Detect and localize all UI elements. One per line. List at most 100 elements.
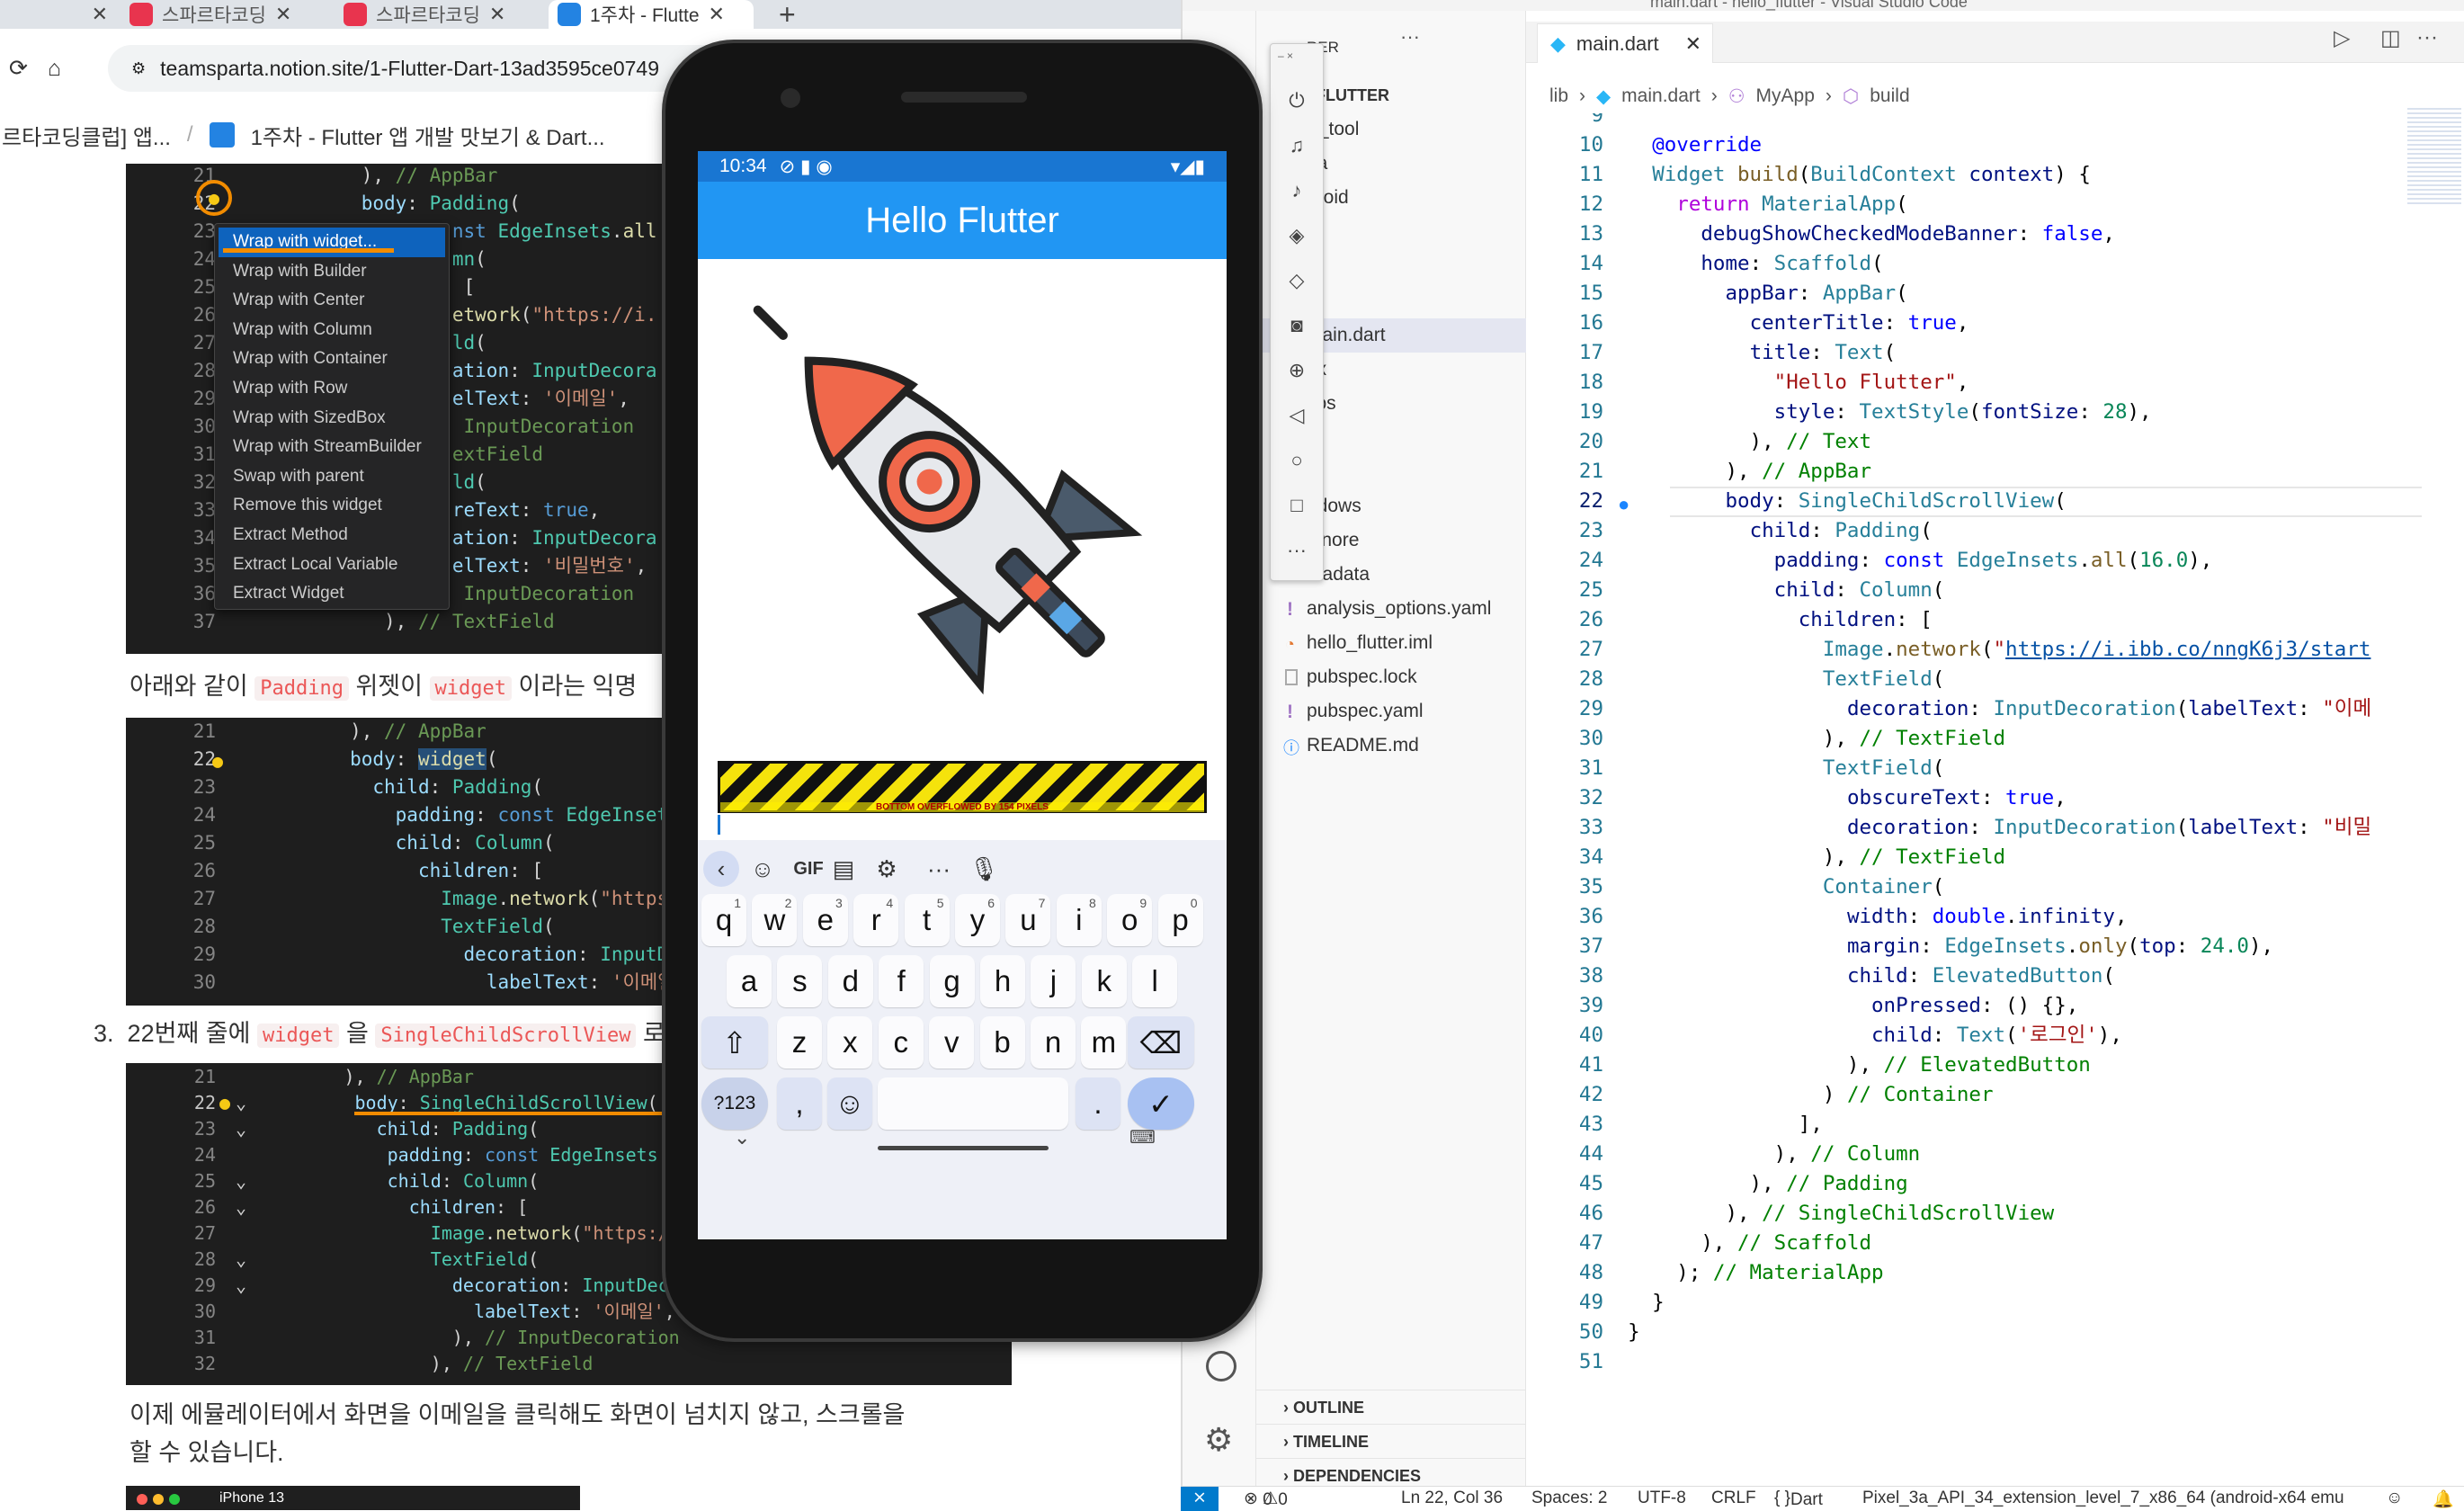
key-p[interactable]: p0 — [1157, 894, 1203, 946]
menu-item[interactable]: Swap with parent — [215, 462, 449, 492]
menu-item[interactable]: Extract Local Variable — [215, 550, 449, 580]
home-icon[interactable]: ○ — [1283, 447, 1310, 474]
explorer-item[interactable]: hello_flutter.iml — [1307, 626, 1433, 660]
explorer-item[interactable]: analysis_options.yaml — [1307, 592, 1491, 626]
lightbulb-icon[interactable]: ● — [196, 180, 232, 216]
menu-item[interactable]: Wrap with SizedBox — [215, 404, 449, 434]
split-editor-icon[interactable]: ◫ — [2380, 25, 2401, 51]
key-j[interactable]: j — [1031, 955, 1076, 1007]
menu-item[interactable]: Wrap with Container — [215, 344, 449, 374]
close-icon[interactable]: ✕ — [275, 3, 291, 26]
key-d[interactable]: d — [827, 955, 873, 1007]
key-g[interactable]: g — [929, 955, 975, 1007]
zoom-icon[interactable]: ⊕ — [1283, 357, 1310, 384]
explorer-item[interactable]: pubspec.yaml — [1307, 694, 1424, 729]
explorer-item[interactable]: README.md — [1307, 729, 1419, 763]
lightbulb-icon[interactable]: ● — [212, 750, 223, 772]
close-icon[interactable]: ✕ — [709, 3, 725, 26]
menu-item[interactable]: Remove this widget — [215, 491, 449, 521]
bell-icon[interactable]: 🔔 — [2433, 1489, 2454, 1510]
comma-key[interactable]: , — [777, 1077, 822, 1130]
volume-down-icon[interactable]: ♪ — [1283, 177, 1310, 204]
emoji-key[interactable]: ☺ — [827, 1077, 872, 1130]
key-q[interactable]: q1 — [701, 894, 746, 946]
device-selector[interactable]: Pixel_3a_API_34_extension_level_7_x86_64… — [1862, 1489, 2344, 1508]
section-outline[interactable]: › OUTLINE — [1256, 1390, 1526, 1424]
more-icon[interactable]: ··· — [1283, 537, 1310, 564]
reload-icon[interactable]: ⟳ — [9, 55, 28, 82]
shift-key[interactable]: ⇧ — [701, 1016, 768, 1068]
close-icon[interactable]: ✕ — [92, 3, 108, 26]
menu-item[interactable]: Extract Widget — [215, 579, 449, 609]
enter-key[interactable]: ✓ — [1128, 1077, 1194, 1130]
tab-sparta-2[interactable]: 스파르타코딩 ✕ — [335, 0, 534, 29]
new-tab-button[interactable]: + — [779, 0, 796, 31]
language-mode[interactable]: { } Dart — [1774, 1489, 1823, 1509]
overview-icon[interactable]: □ — [1283, 492, 1310, 519]
key-o[interactable]: o9 — [1107, 894, 1153, 946]
tab-main-dart[interactable]: ◆ main.dart ✕ — [1537, 23, 1713, 63]
more-actions-icon[interactable]: ··· — [1400, 25, 1420, 49]
back-icon[interactable]: ◁ — [1283, 402, 1310, 429]
run-icon[interactable]: ▷ — [2334, 25, 2350, 51]
encoding[interactable]: UTF-8 — [1638, 1489, 1686, 1508]
gear-icon[interactable]: ⚙ — [1204, 1421, 1233, 1459]
phone-screen[interactable]: 10:34 ⊘ ▮ ◉ ▾◢▮ Hello Flutter BOTTOM OVE… — [698, 151, 1227, 1239]
menu-item[interactable]: Wrap with Column — [215, 316, 449, 345]
hide-keyboard-icon[interactable]: ⌄ — [734, 1126, 750, 1149]
tab-partial[interactable]: ✕ — [0, 0, 117, 29]
symbols-key[interactable]: ?123 — [701, 1077, 768, 1130]
gesture-bar[interactable] — [878, 1146, 1049, 1150]
key-i[interactable]: i8 — [1056, 894, 1102, 946]
keyboard-switch-icon[interactable]: ⌨ — [1129, 1126, 1156, 1149]
key-y[interactable]: y6 — [955, 894, 1000, 946]
remote-icon[interactable]: ⨯ — [1181, 1487, 1219, 1511]
key-z[interactable]: z — [777, 1016, 822, 1068]
key-w[interactable]: w2 — [752, 894, 798, 946]
key-v[interactable]: v — [929, 1016, 975, 1068]
key-f[interactable]: f — [879, 955, 924, 1007]
menu-item[interactable]: Wrap with Builder — [215, 257, 449, 287]
backspace-key[interactable]: ⌫ — [1128, 1016, 1194, 1068]
key-s[interactable]: s — [777, 955, 823, 1007]
menu-item[interactable]: Wrap with Row — [215, 374, 449, 404]
key-e[interactable]: e3 — [802, 894, 848, 946]
lightbulb-icon[interactable]: ● — [219, 1092, 230, 1113]
account-icon[interactable]: ☺ — [2386, 1489, 2403, 1508]
period-key[interactable]: . — [1076, 1077, 1120, 1130]
account-icon[interactable] — [1206, 1351, 1236, 1381]
volume-up-icon[interactable]: ♫ — [1283, 132, 1310, 159]
tab-sparta-1[interactable]: 스파르타코딩 ✕ — [121, 0, 320, 29]
code-editor[interactable]: ● 9 10 @override 11 Widget build(BuildCo… — [1526, 113, 2425, 1390]
key-l[interactable]: l — [1132, 955, 1178, 1007]
key-u[interactable]: u7 — [1005, 894, 1051, 946]
indentation[interactable]: Spaces: 2 — [1531, 1489, 1608, 1508]
menu-item[interactable]: Wrap with StreamBuilder — [215, 433, 449, 462]
key-n[interactable]: n — [1031, 1016, 1076, 1068]
key-b[interactable]: b — [979, 1016, 1025, 1068]
site-info-icon[interactable]: ⚙ — [131, 59, 146, 78]
rotate-left-icon[interactable]: ◈ — [1283, 222, 1310, 249]
menu-item[interactable]: Wrap with Center — [215, 286, 449, 316]
space-key[interactable] — [878, 1077, 1068, 1130]
line-ending[interactable]: CRLF — [1711, 1489, 1756, 1508]
key-t[interactable]: t5 — [904, 894, 950, 946]
home-icon[interactable]: ⌂ — [48, 56, 61, 82]
rotate-right-icon[interactable]: ◇ — [1283, 267, 1310, 294]
explorer-item[interactable]: pubspec.lock — [1307, 660, 1417, 694]
key-h[interactable]: h — [980, 955, 1025, 1007]
breadcrumb-current[interactable]: 1주차 - Flutter 앱 개발 맛보기 & Dart... — [251, 120, 605, 151]
section-timeline[interactable]: › TIMELINE — [1256, 1424, 1526, 1458]
close-icon[interactable]: ✕ — [1685, 32, 1701, 56]
power-icon[interactable]: ⏻ — [1283, 87, 1310, 114]
errors-icon[interactable]: ⊗ 0 ⚠ 0 — [1244, 1489, 1288, 1509]
minimize-icon[interactable]: – × — [1278, 49, 1293, 62]
key-r[interactable]: r4 — [853, 894, 899, 946]
key-k[interactable]: k — [1081, 955, 1127, 1007]
close-icon[interactable]: ✕ — [489, 3, 505, 26]
more-actions-icon[interactable]: ··· — [2416, 25, 2438, 50]
tab-flutter-active[interactable]: 1주차 - Flutte ✕ — [549, 0, 754, 29]
breadcrumb-parent[interactable]: 르타코딩클럽] 앱... — [2, 120, 171, 151]
menu-item[interactable]: Extract Method — [215, 521, 449, 550]
key-m[interactable]: m — [1081, 1016, 1127, 1068]
